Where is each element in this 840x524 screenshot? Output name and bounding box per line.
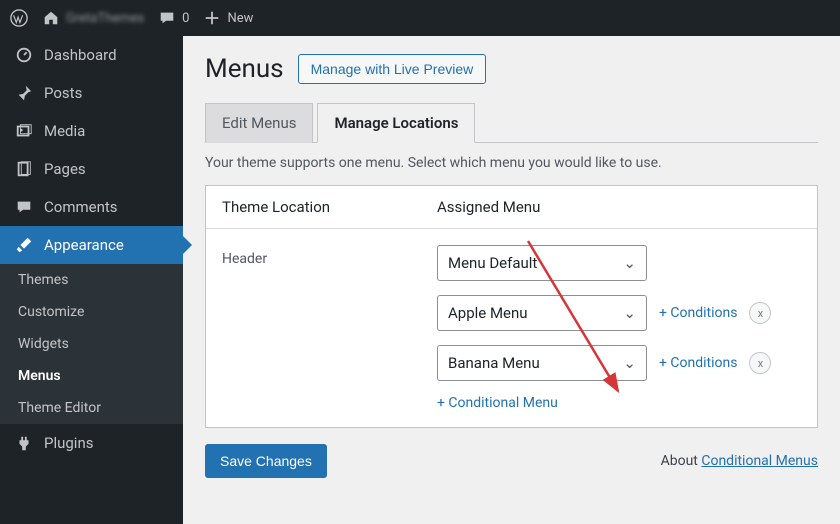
helper-text: Your theme supports one menu. Select whi… — [205, 155, 818, 171]
plus-icon — [203, 9, 221, 27]
page-title: Menus — [205, 54, 284, 84]
comments-link[interactable]: 0 — [158, 9, 189, 27]
comment-icon — [14, 197, 34, 217]
submenu-themes[interactable]: Themes — [0, 264, 183, 296]
remove-button[interactable]: x — [749, 302, 771, 324]
sidebar-item-pages[interactable]: Pages — [0, 150, 183, 188]
menu-select-banana[interactable]: Banana Menu ⌄ — [437, 345, 647, 381]
locations-panel: Theme Location Assigned Menu Header Menu… — [205, 185, 818, 428]
panel-header: Theme Location Assigned Menu — [206, 186, 817, 229]
sidebar-item-dashboard[interactable]: Dashboard — [0, 36, 183, 74]
sidebar-item-label: Appearance — [44, 236, 124, 254]
sidebar-item-appearance[interactable]: Appearance — [0, 226, 183, 264]
col-head-assigned: Assigned Menu — [437, 198, 801, 216]
sidebar-item-label: Comments — [44, 198, 118, 216]
appearance-submenu: Themes Customize Widgets Menus Theme Edi… — [0, 264, 183, 424]
comment-icon — [158, 9, 176, 27]
page-title-row: Menus Manage with Live Preview — [205, 54, 818, 84]
dashboard-icon — [14, 45, 34, 65]
home-icon — [42, 9, 60, 27]
select-value: Apple Menu — [448, 304, 528, 322]
sidebar-item-media[interactable]: Media — [0, 112, 183, 150]
location-header: Header — [222, 245, 437, 411]
menu-select-apple[interactable]: Apple Menu ⌄ — [437, 295, 647, 331]
chevron-down-icon: ⌄ — [623, 254, 636, 272]
page-icon — [14, 159, 34, 179]
conditions-link[interactable]: + Conditions — [659, 355, 737, 371]
remove-button[interactable]: x — [749, 352, 771, 374]
conditions-link[interactable]: + Conditions — [659, 305, 737, 321]
sidebar-item-label: Posts — [44, 84, 82, 102]
new-link[interactable]: New — [203, 9, 253, 27]
submenu-theme-editor[interactable]: Theme Editor — [0, 392, 183, 424]
chevron-down-icon: ⌄ — [623, 304, 636, 322]
media-icon — [14, 121, 34, 141]
pin-icon — [14, 83, 34, 103]
save-button[interactable]: Save Changes — [205, 444, 327, 478]
site-link[interactable]: GretaThemes — [42, 9, 144, 27]
sidebar-item-plugins[interactable]: Plugins — [0, 424, 183, 462]
menu-row-apple: Apple Menu ⌄ + Conditions x — [437, 295, 801, 331]
wordpress-icon — [10, 9, 28, 27]
col-head-location: Theme Location — [222, 198, 437, 216]
menu-row-banana: Banana Menu ⌄ + Conditions x — [437, 345, 801, 381]
submenu-widgets[interactable]: Widgets — [0, 328, 183, 360]
new-label: New — [227, 11, 253, 26]
sidebar-item-label: Media — [44, 122, 85, 140]
add-conditional-row: + Conditional Menu — [437, 395, 801, 411]
wp-logo[interactable] — [10, 9, 28, 27]
tab-manage-locations[interactable]: Manage Locations — [317, 103, 475, 143]
tabs: Edit Menus Manage Locations — [205, 102, 818, 143]
about-link[interactable]: Conditional Menus — [701, 453, 818, 469]
select-value: Menu Default — [448, 254, 537, 272]
menu-row-default: Menu Default ⌄ — [437, 245, 801, 281]
admin-bar: GretaThemes 0 New — [0, 0, 840, 36]
brush-icon — [14, 235, 34, 255]
tab-edit-menus[interactable]: Edit Menus — [205, 103, 313, 143]
comments-count: 0 — [182, 11, 189, 26]
footer-row: Save Changes About Conditional Menus — [205, 444, 818, 478]
select-value: Banana Menu — [448, 354, 540, 372]
submenu-menus[interactable]: Menus — [0, 360, 183, 392]
about-text: About Conditional Menus — [661, 453, 818, 469]
sidebar-item-comments[interactable]: Comments — [0, 188, 183, 226]
plugin-icon — [14, 433, 34, 453]
sidebar-item-label: Dashboard — [44, 46, 117, 64]
menu-select-default[interactable]: Menu Default ⌄ — [437, 245, 647, 281]
add-conditional-link[interactable]: + Conditional Menu — [437, 395, 558, 411]
site-name: GretaThemes — [66, 11, 144, 26]
content-area: Menus Manage with Live Preview Edit Menu… — [183, 36, 840, 524]
sidebar-item-posts[interactable]: Posts — [0, 74, 183, 112]
sidebar-item-label: Pages — [44, 160, 86, 178]
chevron-down-icon: ⌄ — [623, 354, 636, 372]
admin-sidebar: Dashboard Posts Media Pages Comments App… — [0, 36, 183, 524]
sidebar-item-label: Plugins — [44, 434, 93, 452]
live-preview-button[interactable]: Manage with Live Preview — [298, 54, 487, 84]
submenu-customize[interactable]: Customize — [0, 296, 183, 328]
